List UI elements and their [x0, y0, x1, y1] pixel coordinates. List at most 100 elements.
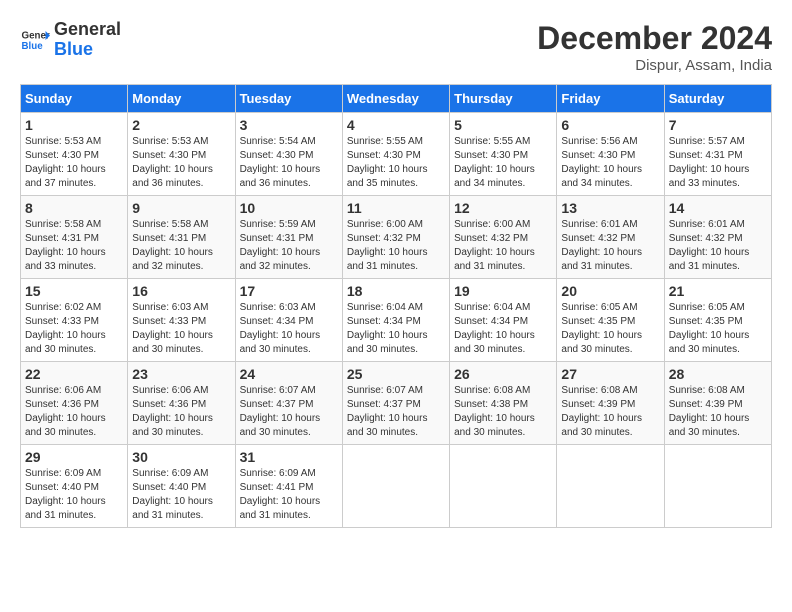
day-number: 20 — [561, 283, 659, 299]
week-row-5: 29 Sunrise: 6:09 AMSunset: 4:40 PMDayligh… — [21, 445, 772, 528]
day-info: Sunrise: 6:03 AMSunset: 4:34 PMDaylight:… — [240, 301, 338, 357]
day-number: 29 — [25, 449, 123, 465]
day-number: 28 — [669, 366, 767, 382]
calendar-cell — [342, 445, 449, 528]
day-number: 7 — [669, 117, 767, 133]
day-number: 10 — [240, 200, 338, 216]
day-info: Sunrise: 6:08 AMSunset: 4:39 PMDaylight:… — [561, 384, 659, 440]
day-number: 12 — [454, 200, 552, 216]
day-info: Sunrise: 5:53 AMSunset: 4:30 PMDaylight:… — [25, 135, 123, 191]
month-title: December 2024 — [537, 20, 772, 57]
day-number: 26 — [454, 366, 552, 382]
day-info: Sunrise: 5:53 AMSunset: 4:30 PMDaylight:… — [132, 135, 230, 191]
day-info: Sunrise: 6:07 AMSunset: 4:37 PMDaylight:… — [240, 384, 338, 440]
day-number: 2 — [132, 117, 230, 133]
day-info: Sunrise: 5:57 AMSunset: 4:31 PMDaylight:… — [669, 135, 767, 191]
day-info: Sunrise: 6:01 AMSunset: 4:32 PMDaylight:… — [561, 218, 659, 274]
day-number: 11 — [347, 200, 445, 216]
day-header-monday: Monday — [128, 85, 235, 113]
day-info: Sunrise: 5:58 AMSunset: 4:31 PMDaylight:… — [25, 218, 123, 274]
day-number: 14 — [669, 200, 767, 216]
title-area: December 2024 Dispur, Assam, India — [537, 20, 772, 74]
day-number: 5 — [454, 117, 552, 133]
day-info: Sunrise: 5:55 AMSunset: 4:30 PMDaylight:… — [347, 135, 445, 191]
calendar-cell: 22Sunrise: 6:06 AMSunset: 4:36 PMDayligh… — [21, 362, 128, 445]
calendar-cell: 8Sunrise: 5:58 AMSunset: 4:31 PMDaylight… — [21, 196, 128, 279]
logo-line2: Blue — [54, 40, 121, 60]
day-info: Sunrise: 6:00 AMSunset: 4:32 PMDaylight:… — [347, 218, 445, 274]
calendar-cell: 25 Sunrise: 6:07 AMSunset: 4:37 PMDayligh… — [342, 362, 449, 445]
day-info: Sunrise: 5:55 AMSunset: 4:30 PMDaylight:… — [454, 135, 552, 191]
day-info: Sunrise: 6:09 AMSunset: 4:40 PMDaylight:… — [25, 467, 123, 523]
day-info: Sunrise: 6:08 AMSunset: 4:38 PMDaylight:… — [454, 384, 552, 440]
calendar-cell: 28Sunrise: 6:08 AMSunset: 4:39 PMDayligh… — [664, 362, 771, 445]
day-number: 25 — [347, 366, 445, 382]
day-info: Sunrise: 5:56 AMSunset: 4:30 PMDaylight:… — [561, 135, 659, 191]
week-row-1: 1 Sunrise: 5:53 AMSunset: 4:30 PMDaylight… — [21, 113, 772, 196]
calendar-cell: 24 Sunrise: 6:07 AMSunset: 4:37 PMDayligh… — [235, 362, 342, 445]
calendar-cell: 7 Sunrise: 5:57 AMSunset: 4:31 PMDaylight… — [664, 113, 771, 196]
day-info: Sunrise: 6:09 AMSunset: 4:40 PMDaylight:… — [132, 467, 230, 523]
location-subtitle: Dispur, Assam, India — [537, 57, 772, 74]
day-info: Sunrise: 6:04 AMSunset: 4:34 PMDaylight:… — [454, 301, 552, 357]
day-number: 19 — [454, 283, 552, 299]
day-number: 18 — [347, 283, 445, 299]
week-row-3: 15 Sunrise: 6:02 AMSunset: 4:33 PMDayligh… — [21, 279, 772, 362]
calendar-cell — [664, 445, 771, 528]
day-number: 16 — [132, 283, 230, 299]
calendar-cell: 26 Sunrise: 6:08 AMSunset: 4:38 PMDayligh… — [450, 362, 557, 445]
calendar-cell: 20 Sunrise: 6:05 AMSunset: 4:35 PMDayligh… — [557, 279, 664, 362]
calendar-cell: 13 Sunrise: 6:01 AMSunset: 4:32 PMDayligh… — [557, 196, 664, 279]
calendar-table: SundayMondayTuesdayWednesdayThursdayFrid… — [20, 84, 772, 528]
day-number: 1 — [25, 117, 123, 133]
day-number: 27 — [561, 366, 659, 382]
calendar-cell: 19 Sunrise: 6:04 AMSunset: 4:34 PMDayligh… — [450, 279, 557, 362]
calendar-cell: 15 Sunrise: 6:02 AMSunset: 4:33 PMDayligh… — [21, 279, 128, 362]
day-info: Sunrise: 5:59 AMSunset: 4:31 PMDaylight:… — [240, 218, 338, 274]
calendar-cell: 3Sunrise: 5:54 AMSunset: 4:30 PMDaylight… — [235, 113, 342, 196]
calendar-cell — [557, 445, 664, 528]
calendar-cell: 2 Sunrise: 5:53 AMSunset: 4:30 PMDaylight… — [128, 113, 235, 196]
calendar-cell: 17Sunrise: 6:03 AMSunset: 4:34 PMDayligh… — [235, 279, 342, 362]
day-info: Sunrise: 5:54 AMSunset: 4:30 PMDaylight:… — [240, 135, 338, 191]
header: General Blue General Blue December 2024 … — [20, 20, 772, 74]
day-info: Sunrise: 6:07 AMSunset: 4:37 PMDaylight:… — [347, 384, 445, 440]
day-number: 23 — [132, 366, 230, 382]
calendar-cell: 10 Sunrise: 5:59 AMSunset: 4:31 PMDayligh… — [235, 196, 342, 279]
day-number: 24 — [240, 366, 338, 382]
calendar-cell — [450, 445, 557, 528]
day-number: 9 — [132, 200, 230, 216]
day-info: Sunrise: 6:00 AMSunset: 4:32 PMDaylight:… — [454, 218, 552, 274]
day-info: Sunrise: 5:58 AMSunset: 4:31 PMDaylight:… — [132, 218, 230, 274]
calendar-cell: 21Sunrise: 6:05 AMSunset: 4:35 PMDayligh… — [664, 279, 771, 362]
day-info: Sunrise: 6:05 AMSunset: 4:35 PMDaylight:… — [669, 301, 767, 357]
calendar-cell: 5 Sunrise: 5:55 AMSunset: 4:30 PMDaylight… — [450, 113, 557, 196]
header-row: SundayMondayTuesdayWednesdayThursdayFrid… — [21, 85, 772, 113]
calendar-cell: 9 Sunrise: 5:58 AMSunset: 4:31 PMDaylight… — [128, 196, 235, 279]
week-row-4: 22 Sunrise: 6:06 AMSunset: 4:36 PMDayligh… — [21, 362, 772, 445]
day-number: 30 — [132, 449, 230, 465]
day-info: Sunrise: 6:01 AMSunset: 4:32 PMDaylight:… — [669, 218, 767, 274]
day-number: 6 — [561, 117, 659, 133]
day-number: 22 — [25, 366, 123, 382]
svg-text:Blue: Blue — [22, 41, 44, 52]
calendar-cell: 27 Sunrise: 6:08 AMSunset: 4:39 PMDayligh… — [557, 362, 664, 445]
day-header-sunday: Sunday — [21, 85, 128, 113]
day-header-friday: Friday — [557, 85, 664, 113]
day-info: Sunrise: 6:09 AMSunset: 4:41 PMDaylight:… — [240, 467, 338, 523]
logo-line1: General — [54, 20, 121, 40]
day-info: Sunrise: 6:04 AMSunset: 4:34 PMDaylight:… — [347, 301, 445, 357]
day-header-thursday: Thursday — [450, 85, 557, 113]
logo: General Blue General Blue — [20, 20, 121, 60]
day-info: Sunrise: 6:02 AMSunset: 4:33 PMDaylight:… — [25, 301, 123, 357]
calendar-cell: 14 Sunrise: 6:01 AMSunset: 4:32 PMDayligh… — [664, 196, 771, 279]
day-number: 15 — [25, 283, 123, 299]
day-info: Sunrise: 6:06 AMSunset: 4:36 PMDaylight:… — [132, 384, 230, 440]
day-header-wednesday: Wednesday — [342, 85, 449, 113]
day-info: Sunrise: 6:05 AMSunset: 4:35 PMDaylight:… — [561, 301, 659, 357]
day-number: 13 — [561, 200, 659, 216]
calendar-cell: 30 Sunrise: 6:09 AMSunset: 4:40 PMDayligh… — [128, 445, 235, 528]
day-number: 4 — [347, 117, 445, 133]
calendar-cell: 4 Sunrise: 5:55 AMSunset: 4:30 PMDaylight… — [342, 113, 449, 196]
day-number: 31 — [240, 449, 338, 465]
